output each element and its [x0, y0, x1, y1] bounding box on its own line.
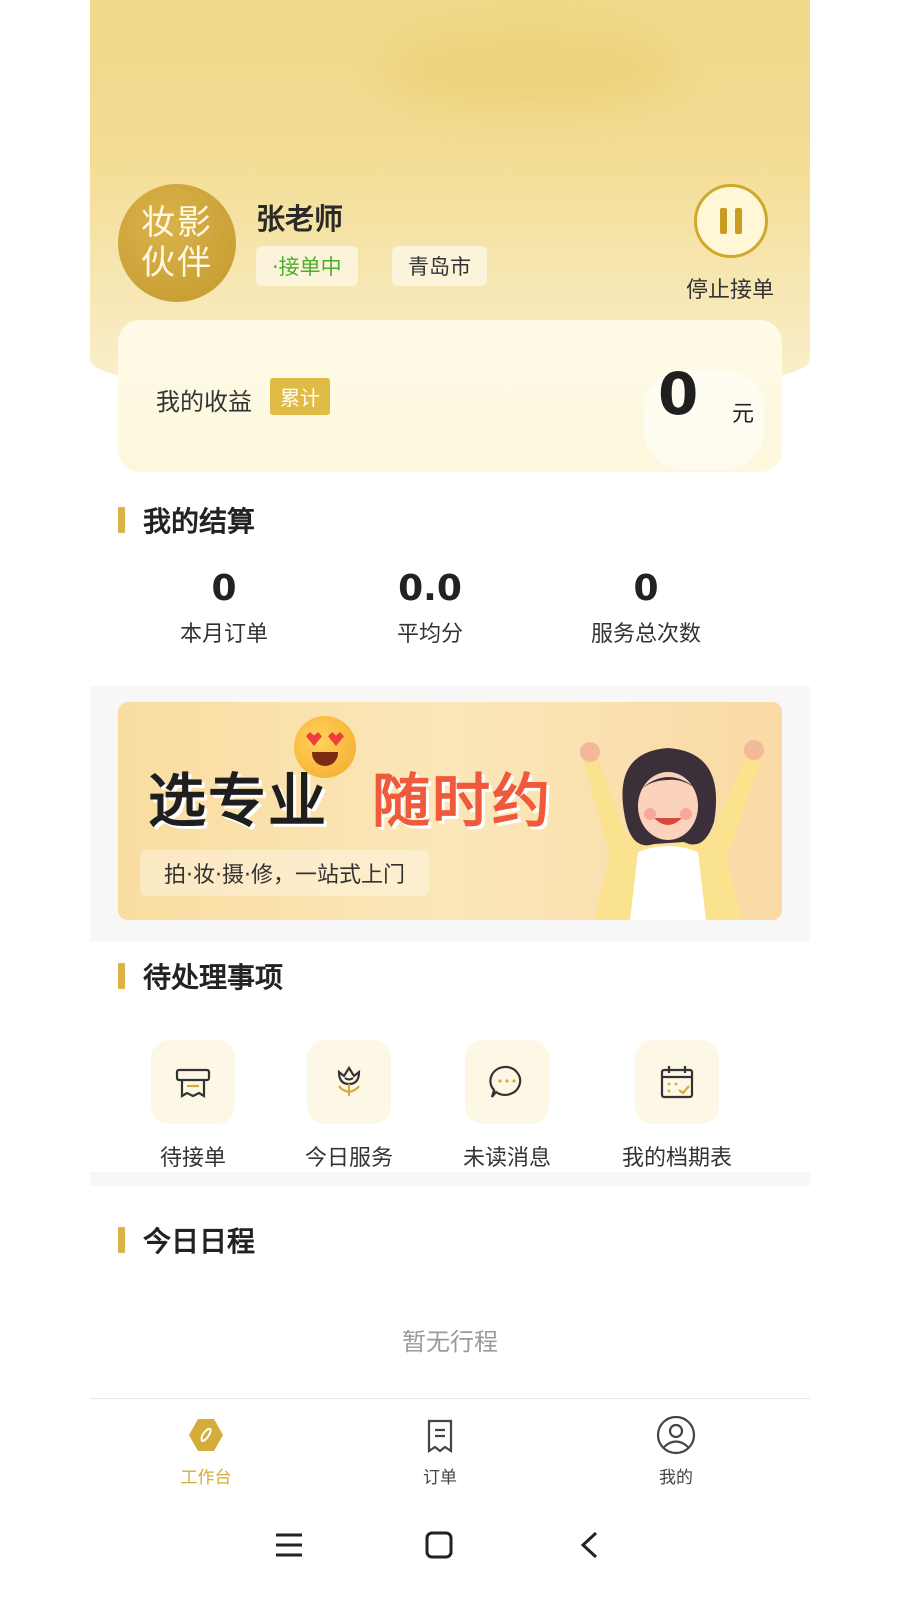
brand-logo: 妆影 伙伴 — [118, 184, 236, 302]
pause-icon — [720, 208, 727, 234]
unread-messages-entry[interactable]: 未读消息 — [432, 1040, 582, 1172]
order-icon — [416, 1411, 464, 1459]
settlement-section-title: 我的结算 — [118, 500, 255, 540]
stat-average-score[interactable]: 0.0 平均分 — [330, 568, 530, 648]
section-divider — [90, 1172, 810, 1186]
stat-monthly-orders[interactable]: 0 本月订单 — [124, 568, 324, 648]
cheering-girl-illustration — [580, 740, 764, 920]
stop-accepting-label[interactable]: 停止接单 — [686, 272, 774, 304]
banner-section: 选专业 随时约 拍·妆·摄·修，一站式上门 — [90, 686, 810, 942]
workbench-icon — [182, 1411, 230, 1459]
receipt-icon — [151, 1040, 235, 1124]
earnings-unit: 元 — [732, 402, 755, 427]
stop-accepting-button[interactable] — [694, 184, 768, 258]
banner-subtitle: 拍·妆·摄·修，一站式上门 — [140, 850, 429, 896]
flower-icon — [307, 1040, 391, 1124]
earnings-card[interactable]: 我的收益 累计 0 元 — [118, 320, 782, 472]
earnings-label: 我的收益 — [156, 388, 252, 416]
banner-title-part1: 选专业 — [148, 767, 329, 835]
back-icon[interactable] — [564, 1520, 614, 1570]
chat-icon — [465, 1040, 549, 1124]
system-navigation-bar — [90, 1500, 810, 1600]
city-badge[interactable]: 青岛市 — [392, 246, 487, 286]
promo-banner[interactable]: 选专业 随时约 拍·妆·摄·修，一站式上门 — [118, 702, 782, 920]
pending-orders-entry[interactable]: 待接单 — [118, 1040, 268, 1172]
app-screen: 妆影 伙伴 张老师 ·接单中 青岛市 停止接单 我的收益 累计 0 元 我的结算… — [90, 0, 810, 1600]
stat-total-services[interactable]: 0 服务总次数 — [546, 568, 746, 648]
tab-workbench[interactable]: 工作台 — [146, 1411, 266, 1488]
my-schedule-entry[interactable]: 我的档期表 — [602, 1040, 752, 1172]
today-service-entry[interactable]: 今日服务 — [274, 1040, 424, 1172]
cumulative-badge: 累计 — [270, 378, 330, 415]
bottom-tab-bar: 工作台 订单 我的 — [90, 1398, 810, 1498]
profile-icon — [652, 1411, 700, 1459]
calendar-icon — [635, 1040, 719, 1124]
schedule-section-title: 今日日程 — [118, 1220, 255, 1260]
tab-mine[interactable]: 我的 — [616, 1411, 736, 1488]
menu-icon[interactable] — [264, 1520, 314, 1570]
earnings-value: 0 — [658, 360, 699, 428]
order-status-badge: ·接单中 — [256, 246, 358, 286]
home-icon[interactable] — [414, 1520, 464, 1570]
pending-section-title: 待处理事项 — [118, 956, 283, 996]
user-name: 张老师 — [256, 202, 344, 236]
empty-schedule-text: 暂无行程 — [402, 1328, 498, 1356]
tab-orders[interactable]: 订单 — [380, 1411, 500, 1488]
banner-title-part2: 随时约 — [372, 767, 553, 835]
